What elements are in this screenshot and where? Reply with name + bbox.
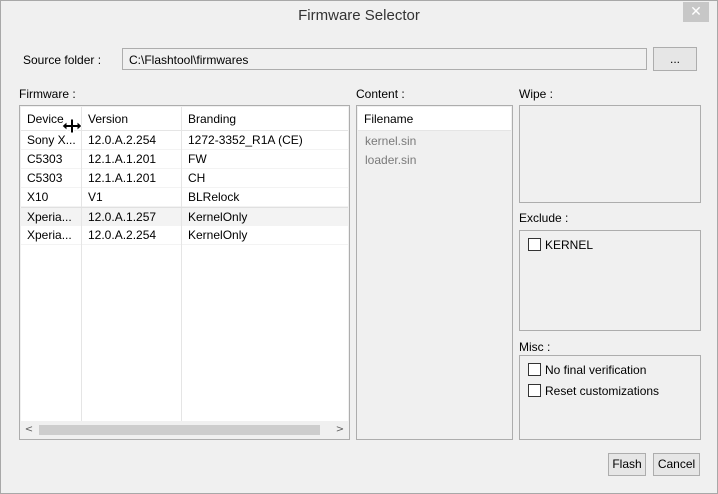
firmware-selector-window: Firmware Selector ✕ Source folder : C:\F… xyxy=(0,0,718,494)
cell-version: V1 xyxy=(82,188,182,207)
misc-label: Misc : xyxy=(519,340,551,354)
exclude-label: Exclude : xyxy=(519,211,569,225)
exclude-kernel-checkbox[interactable]: KERNEL xyxy=(528,236,593,254)
window-title: Firmware Selector xyxy=(298,7,420,24)
scroll-left-icon[interactable]: < xyxy=(21,422,37,438)
source-folder-label: Source folder : xyxy=(23,53,102,67)
wipe-label: Wipe : xyxy=(519,87,554,101)
cell-device: X10 xyxy=(21,188,82,207)
no-final-verification-checkbox[interactable]: No final verification xyxy=(528,361,646,379)
cell-version: 12.0.A.2.254 xyxy=(82,131,182,150)
exclude-panel: KERNEL xyxy=(519,230,701,331)
cell-branding: BLRelock xyxy=(188,190,240,204)
checkbox-label: KERNEL xyxy=(545,238,594,252)
wipe-panel xyxy=(519,105,701,203)
table-row[interactable]: X10 V1 BLRelock xyxy=(21,188,348,207)
checkbox-icon[interactable] xyxy=(528,363,541,376)
column-resize-cursor-icon xyxy=(61,118,83,134)
cell-branding: 1272-3352_R1A (CE) xyxy=(188,133,303,147)
firmware-table-panel: Device Version Branding Sony X... 12.0.A… xyxy=(19,105,350,440)
cell-version: 12.0.A.1.257 xyxy=(82,208,182,227)
table-row[interactable]: C5303 12.1.A.1.201 FW xyxy=(21,150,348,169)
content-label: Content : xyxy=(356,87,405,101)
cell-version: 12.0.A.2.254 xyxy=(82,226,182,245)
table-row[interactable]: C5303 12.1.A.1.201 CH xyxy=(21,169,348,188)
misc-panel: No final verification Reset customizatio… xyxy=(519,355,701,440)
source-folder-field[interactable]: C:\Flashtool\firmwares xyxy=(122,48,647,70)
scroll-right-icon[interactable]: > xyxy=(332,422,348,438)
cell-branding: FW xyxy=(188,152,207,166)
checkbox-icon[interactable] xyxy=(528,384,541,397)
close-icon: ✕ xyxy=(690,4,702,20)
table-row-selected[interactable]: Xperia... 12.0.A.1.257 KernelOnly xyxy=(21,207,348,227)
horizontal-scrollbar[interactable]: < > xyxy=(21,422,348,438)
content-panel: Filename kernel.sin loader.sin xyxy=(356,105,513,440)
cell-device: Xperia... xyxy=(21,226,82,245)
reset-customizations-checkbox[interactable]: Reset customizations xyxy=(528,382,659,400)
column-header-version[interactable]: Version xyxy=(82,107,182,131)
checkbox-label: No final verification xyxy=(545,363,647,377)
column-header-branding[interactable]: Branding xyxy=(182,107,348,131)
checkbox-label: Reset customizations xyxy=(545,384,660,398)
list-item[interactable]: kernel.sin xyxy=(365,134,416,148)
flash-button[interactable]: Flash xyxy=(608,453,646,476)
list-item[interactable]: loader.sin xyxy=(365,153,416,167)
firmware-label: Firmware : xyxy=(19,87,76,101)
cell-device: Xperia... xyxy=(21,208,82,227)
filename-column-header[interactable]: Filename xyxy=(358,107,511,131)
cell-device: C5303 xyxy=(21,150,82,169)
title-bar: Firmware Selector ✕ xyxy=(1,1,717,33)
firmware-table: Device Version Branding Sony X... 12.0.A… xyxy=(21,107,348,421)
close-button[interactable]: ✕ xyxy=(683,2,709,22)
cell-version: 12.1.A.1.201 xyxy=(82,169,182,188)
cell-branding: KernelOnly xyxy=(188,210,248,224)
cell-device: C5303 xyxy=(21,169,82,188)
scrollbar-thumb[interactable] xyxy=(39,425,320,435)
table-row[interactable]: Xperia... 12.0.A.2.254 KernelOnly xyxy=(21,226,348,245)
browse-button[interactable]: ... xyxy=(653,47,697,71)
checkbox-icon[interactable] xyxy=(528,238,541,251)
cell-branding: CH xyxy=(188,171,206,185)
cell-branding: KernelOnly xyxy=(188,228,248,242)
cell-version: 12.1.A.1.201 xyxy=(82,150,182,169)
cancel-button[interactable]: Cancel xyxy=(653,453,700,476)
